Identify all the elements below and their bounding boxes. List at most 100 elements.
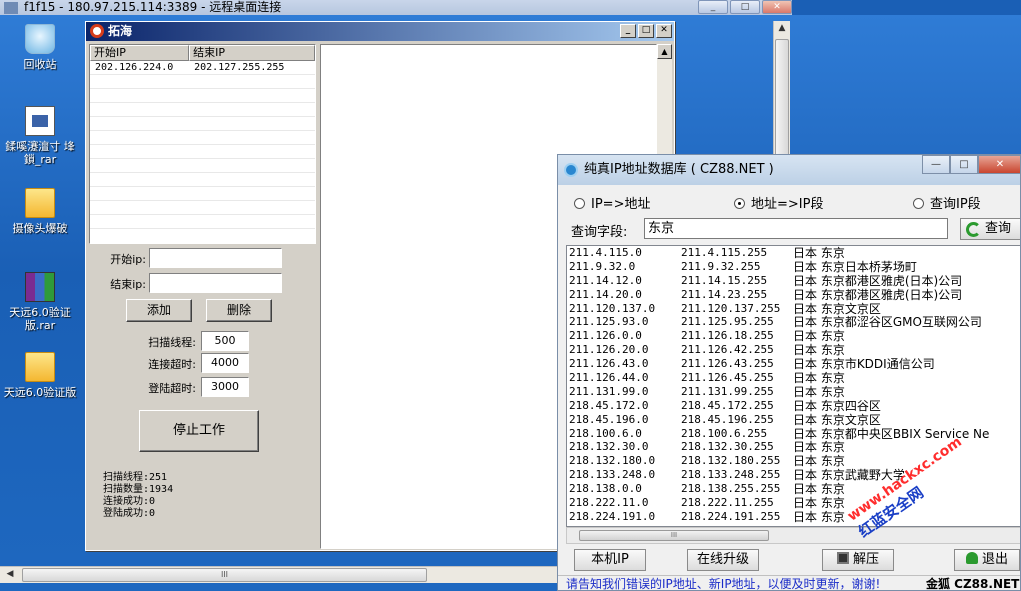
status-login-success: 登陆成功:0	[103, 508, 156, 519]
rar-archive-icon	[25, 272, 55, 302]
scanner-title: 拓海	[108, 24, 133, 38]
radio-query-ip-range[interactable]: 查询IP段	[913, 193, 981, 212]
status-threads: 扫描线程:251	[103, 472, 168, 483]
cz88-maximize-button[interactable]: □	[950, 155, 978, 174]
desktop-icon-label: 回收站	[23, 58, 57, 71]
query-input[interactable]: 东京	[644, 218, 948, 239]
start-ip-input[interactable]	[149, 248, 282, 268]
cz88-close-button[interactable]: ✕	[978, 155, 1020, 174]
online-upgrade-button[interactable]: 在线升级	[687, 549, 759, 571]
result-row[interactable]: 211.120.137.0 211.120.137.255 日本 东京文京区	[567, 301, 1020, 316]
result-row[interactable]: 211.125.93.0 211.125.95.255 日本 东京都涩谷区GMO互联…	[567, 315, 1020, 329]
exit-button[interactable]: 退出	[954, 549, 1020, 571]
query-button[interactable]: 查询	[960, 218, 1020, 240]
result-start-ip: 218.132.180.0	[569, 454, 656, 468]
result-row[interactable]: 218.224.191.0 218.224.191.255 日本 东京	[567, 510, 1020, 524]
result-row[interactable]: 218.45.196.0 218.45.196.255 日本 东京文京区	[567, 412, 1020, 427]
result-row[interactable]: 218.222.11.0 218.222.11.255 日本 东京	[567, 496, 1020, 511]
result-end-ip: 211.14.23.255	[681, 287, 768, 301]
result-row[interactable]: 211.126.43.0 211.126.43.255 日本 东京市KDDI通信公司	[567, 357, 1020, 371]
result-row[interactable]: 218.132.30.0 218.132.30.255 日本 东京	[567, 440, 1020, 454]
cz88-minimize-button[interactable]: —	[922, 155, 950, 174]
cz88-status-bar: 请告知我们错误的IP地址、新IP地址，以便及时更新，谢谢! 金狐 CZ88.NE…	[558, 575, 1020, 591]
scanner-close-button[interactable]: ✕	[656, 24, 672, 38]
results-scroll-thumb[interactable]: III	[579, 530, 769, 541]
result-row[interactable]: 218.132.180.0 218.132.180.255 日本 东京	[567, 454, 1020, 468]
result-end-ip: 218.45.196.255	[681, 412, 774, 426]
result-row[interactable]: 211.9.32.0 211.9.32.255 日本 东京日本桥茅场町	[567, 260, 1020, 274]
results-horizontal-scrollbar[interactable]: III	[566, 527, 1020, 544]
desktop-icon-recycle-bin[interactable]: 回收站	[0, 24, 80, 71]
radio-dot[interactable]	[913, 198, 924, 209]
cell-end-ip: 202.127.255.255	[194, 62, 285, 73]
result-end-ip: 218.132.30.255	[681, 440, 774, 454]
scroll-up-arrow-icon[interactable]: ▲	[657, 44, 672, 59]
radio-address-to-ip[interactable]: 地址=>IP段	[734, 193, 823, 212]
local-ip-button[interactable]: 本机IP	[574, 549, 646, 571]
desktop-icon-document[interactable]: 鍒嗘瀽澶寸 埄鎻_rar	[0, 106, 80, 166]
threads-input[interactable]: 500	[201, 331, 249, 351]
result-row[interactable]: 211.14.12.0 211.14.15.255 日本 东京都港区雅虎(日本)公司	[567, 273, 1020, 288]
result-row[interactable]: 218.138.0.0 218.138.255.255 日本 东京	[567, 482, 1020, 496]
rd-horizontal-scroll-thumb[interactable]: III	[22, 568, 427, 582]
radio-label: IP=>地址	[591, 197, 651, 212]
connect-timeout-input[interactable]: 4000	[201, 353, 249, 373]
cz88-titlebar[interactable]: 纯真IP地址数据库 ( CZ88.NET ) — □ ✕	[558, 155, 1020, 185]
radio-dot-selected[interactable]	[734, 198, 745, 209]
desktop-icon-folder[interactable]: 天远6.0验证版	[0, 352, 80, 399]
result-row[interactable]: 211.131.99.0 211.131.99.255 日本 东京	[567, 385, 1020, 399]
result-row[interactable]: 211.126.20.0 211.126.42.255 日本 东京	[567, 343, 1020, 358]
rd-close-button[interactable]: ✕	[762, 0, 792, 14]
refresh-icon	[966, 222, 981, 237]
desktop-icon-camera-folder[interactable]: 摄像头爆破	[0, 188, 80, 235]
login-timeout-label: 登陆超时:	[148, 382, 196, 395]
column-header-start-ip[interactable]: 开始IP	[90, 45, 190, 61]
result-row[interactable]: 218.133.248.0 218.133.248.255 日本 东京武藏野大学	[567, 468, 1020, 482]
result-location: 日本 东京	[793, 343, 845, 358]
extract-button[interactable]: 解压	[822, 549, 894, 571]
result-row[interactable]: 211.126.0.0 211.126.18.255 日本 东京	[567, 329, 1020, 343]
result-row[interactable]: 211.14.20.0 211.14.23.255 日本 东京都港区雅虎(日本)公司	[567, 287, 1020, 302]
result-end-ip: 218.132.180.255	[681, 454, 781, 468]
result-row[interactable]: 211.4.115.0 211.4.115.255 日本 东京	[567, 246, 1020, 260]
start-ip-label: 开始ip:	[110, 253, 146, 266]
ip-range-list[interactable]: 开始IP 结束IP 202.126.224.0 202.127.255.255	[89, 44, 316, 244]
result-start-ip: 218.222.11.0	[569, 496, 649, 510]
exit-icon	[965, 552, 978, 564]
login-timeout-input[interactable]: 3000	[201, 377, 249, 397]
result-location: 日本 东京四谷区	[793, 398, 881, 413]
table-row[interactable]: 202.126.224.0 202.127.255.255	[90, 61, 315, 75]
query-button-label: 查询	[985, 221, 1012, 236]
folder-icon	[25, 352, 55, 382]
desktop-icon-label: 天远6.0验证版	[3, 386, 77, 399]
add-button[interactable]: 添加	[126, 299, 192, 322]
query-results-list[interactable]: 211.4.115.0 211.4.115.255 日本 东京 211.9.32.0 2…	[566, 245, 1020, 527]
radio-label: 查询IP段	[930, 197, 981, 212]
scanner-minimize-button[interactable]: _	[620, 24, 636, 38]
result-row[interactable]: 211.126.44.0 211.126.45.255 日本 东京	[567, 371, 1020, 385]
status-author: 金狐 CZ88.NET	[926, 577, 1020, 591]
result-end-ip: 211.14.15.255	[681, 273, 768, 287]
radio-dot[interactable]	[574, 198, 585, 209]
delete-button[interactable]: 删除	[206, 299, 272, 322]
remote-desktop-titlebar[interactable]: f1f15 - 180.97.215.114:3389 - 远程桌面连接 _ □…	[0, 0, 792, 15]
desktop-icon-rar[interactable]: 天远6.0验证版.rar	[0, 272, 80, 332]
result-row[interactable]: 218.100.6.0 218.100.6.255 日本 东京都中央区BBIX Se…	[567, 427, 1020, 441]
cell-start-ip: 202.126.224.0	[95, 62, 174, 73]
scroll-up-icon[interactable]: ▲	[774, 21, 790, 36]
status-connect-success: 连接成功:0	[103, 496, 156, 507]
stop-work-button[interactable]: 停止工作	[139, 410, 259, 452]
result-end-ip: 218.133.248.255	[681, 468, 781, 482]
radio-ip-to-address[interactable]: IP=>地址	[574, 193, 650, 212]
end-ip-input[interactable]	[149, 273, 282, 293]
scroll-left-icon[interactable]: ◀	[2, 567, 18, 582]
scanner-maximize-button[interactable]: □	[638, 24, 654, 38]
rd-minimize-button[interactable]: _	[698, 0, 728, 14]
rd-maximize-button[interactable]: □	[730, 0, 760, 14]
column-header-end-ip[interactable]: 结束IP	[189, 45, 315, 61]
result-start-ip: 211.120.137.0	[569, 301, 656, 315]
scanner-titlebar[interactable]: 拓海 _ □ ✕	[86, 22, 674, 41]
result-row[interactable]: 218.45.172.0 218.45.172.255 日本 东京四谷区	[567, 398, 1020, 413]
result-location: 日本 东京	[793, 496, 845, 511]
result-start-ip: 211.14.12.0	[569, 273, 642, 287]
